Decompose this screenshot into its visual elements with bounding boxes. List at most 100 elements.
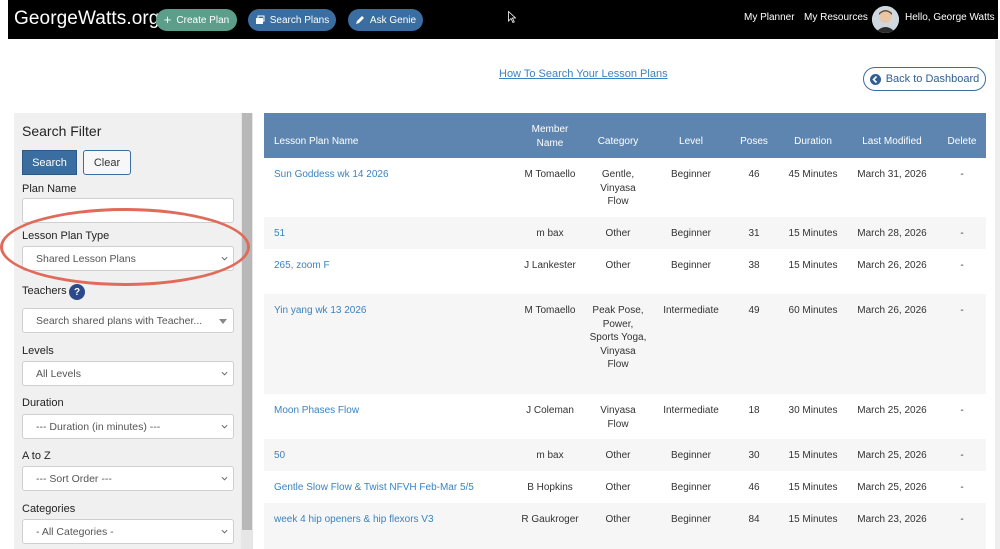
last-modified: March 23, 2026 [857, 514, 927, 525]
category: Gentle, Vinyasa Flow [600, 169, 636, 207]
levels-select[interactable]: All Levels [22, 361, 234, 386]
level: Beginner [670, 450, 712, 461]
category: Vinyasa Flow [600, 405, 636, 430]
poses: 49 [748, 305, 760, 316]
header-duration[interactable]: Duration [781, 136, 845, 147]
header-plan-name[interactable]: Lesson Plan Name [274, 136, 359, 147]
page-scrollbar[interactable] [995, 40, 1000, 549]
ask-genie-label: Ask Genie [369, 14, 417, 26]
teachers-placeholder: Search shared plans with Teacher... [36, 314, 203, 327]
help-icon[interactable]: ? [69, 284, 85, 300]
plan-name-link[interactable]: Yin yang wk 13 2026 [274, 304, 494, 318]
create-plan-label: Create Plan [176, 14, 230, 26]
poses: 18 [748, 405, 760, 416]
delete-cell: - [960, 405, 964, 416]
categories-select[interactable]: - All Categories - [22, 519, 234, 544]
back-to-dashboard-button[interactable]: Back to Dashboard [863, 67, 986, 91]
header-member-name[interactable]: Member Name [520, 123, 580, 150]
level: Intermediate [663, 305, 719, 316]
header-poses[interactable]: Poses [739, 136, 769, 147]
table-row: week 4 hip openers & hip flexors V3 R Ga… [264, 503, 986, 549]
table-header: Lesson Plan Name Member Name Category Le… [264, 113, 986, 158]
chevron-down-icon [221, 371, 228, 376]
duration: 15 Minutes [788, 260, 838, 271]
my-planner-link[interactable]: My Planner [744, 12, 795, 23]
how-to-search-link[interactable]: How To Search Your Lesson Plans [499, 68, 668, 80]
plan-name-link[interactable]: 50 [274, 449, 494, 463]
search-button[interactable]: Search [22, 150, 77, 175]
poses: 46 [748, 169, 760, 180]
last-modified: March 25, 2026 [857, 482, 927, 493]
last-modified: March 26, 2026 [857, 305, 927, 316]
table-row: 50 m bax Other Beginner 30 15 Minutes Ma… [264, 439, 986, 471]
duration-select[interactable]: --- Duration (in minutes) --- [22, 414, 234, 439]
level: Beginner [670, 482, 712, 493]
category: Other [605, 228, 631, 239]
delete-cell: - [960, 169, 964, 180]
plan-name-link[interactable]: 265, zoom F [274, 259, 494, 273]
back-to-dashboard-label: Back to Dashboard [885, 73, 980, 85]
poses: 30 [748, 450, 760, 461]
stack-icon [255, 15, 265, 24]
duration: 60 Minutes [788, 305, 838, 316]
teachers-search-select[interactable]: Search shared plans with Teacher... [22, 308, 234, 333]
category: Other [605, 514, 631, 525]
level: Beginner [670, 169, 712, 180]
levels-label: Levels [22, 345, 54, 357]
table-row: 51 m bax Other Beginner 31 15 Minutes Ma… [264, 217, 986, 249]
sort-order-select[interactable]: --- Sort Order --- [22, 466, 234, 491]
categories-value: - All Categories - [36, 525, 114, 538]
plan-name-link[interactable]: Moon Phases Flow [274, 404, 494, 418]
plan-name-link[interactable]: 51 [274, 227, 494, 241]
delete-cell: - [960, 260, 964, 271]
member-name: J Coleman [526, 405, 574, 416]
table-row: Gentle Slow Flow & Twist NFVH Feb-Mar 5/… [264, 471, 986, 503]
plus-icon: + [163, 12, 172, 27]
category: Peak Pose, Power, Sports Yoga, Vinyasa F… [589, 305, 647, 370]
category: Other [605, 260, 631, 271]
header-level[interactable]: Level [656, 136, 726, 147]
table-row: Sun Goddess wk 14 2026 M Tomaello Gentle… [264, 158, 986, 217]
last-modified: March 25, 2026 [857, 450, 927, 461]
level: Beginner [670, 228, 712, 239]
create-plan-button[interactable]: + Create Plan [156, 9, 237, 31]
user-avatar[interactable] [872, 6, 899, 33]
member-name: J Lankester [524, 260, 576, 271]
member-name: M Tomaello [524, 169, 576, 180]
header-last-modified[interactable]: Last Modified [854, 136, 930, 147]
delete-cell: - [960, 514, 964, 525]
delete-cell: - [960, 450, 964, 461]
chevron-down-icon [221, 424, 228, 429]
levels-value: All Levels [36, 367, 81, 380]
top-navbar: GeorgeWatts.org + Create Plan Search Pla… [8, 0, 998, 39]
clear-button[interactable]: Clear [83, 150, 131, 175]
poses: 38 [748, 260, 760, 271]
category: Other [605, 450, 631, 461]
sidebar-scroll-thumb[interactable] [242, 113, 252, 530]
delete-cell: - [960, 228, 964, 239]
caret-down-icon [219, 319, 227, 324]
level: Intermediate [663, 405, 719, 416]
duration-value: --- Duration (in minutes) --- [36, 420, 161, 433]
chevron-down-icon [221, 476, 228, 481]
brand-logo[interactable]: GeorgeWatts.org [14, 8, 159, 30]
my-resources-link[interactable]: My Resources [804, 12, 868, 23]
duration: 45 Minutes [788, 169, 838, 180]
plan-name-link[interactable]: week 4 hip openers & hip flexors V3 [274, 513, 514, 527]
header-category[interactable]: Category [589, 136, 647, 147]
last-modified: March 26, 2026 [857, 260, 927, 271]
plan-name-link[interactable]: Sun Goddess wk 14 2026 [274, 168, 494, 182]
delete-cell: - [960, 305, 964, 316]
categories-label: Categories [22, 503, 76, 515]
delete-cell: - [960, 482, 964, 493]
search-plans-button[interactable]: Search Plans [248, 9, 336, 31]
poses: 31 [748, 228, 760, 239]
duration: 30 Minutes [788, 405, 838, 416]
user-greeting[interactable]: Hello, George Watts [905, 12, 995, 23]
arrow-left-circle-icon [869, 73, 881, 85]
ask-genie-button[interactable]: Ask Genie [348, 9, 423, 31]
search-filter-title: Search Filter [22, 123, 102, 139]
plan-name-link[interactable]: Gentle Slow Flow & Twist NFVH Feb-Mar 5/… [274, 481, 514, 495]
header-delete: Delete [947, 136, 977, 147]
duration: 15 Minutes [788, 514, 838, 525]
